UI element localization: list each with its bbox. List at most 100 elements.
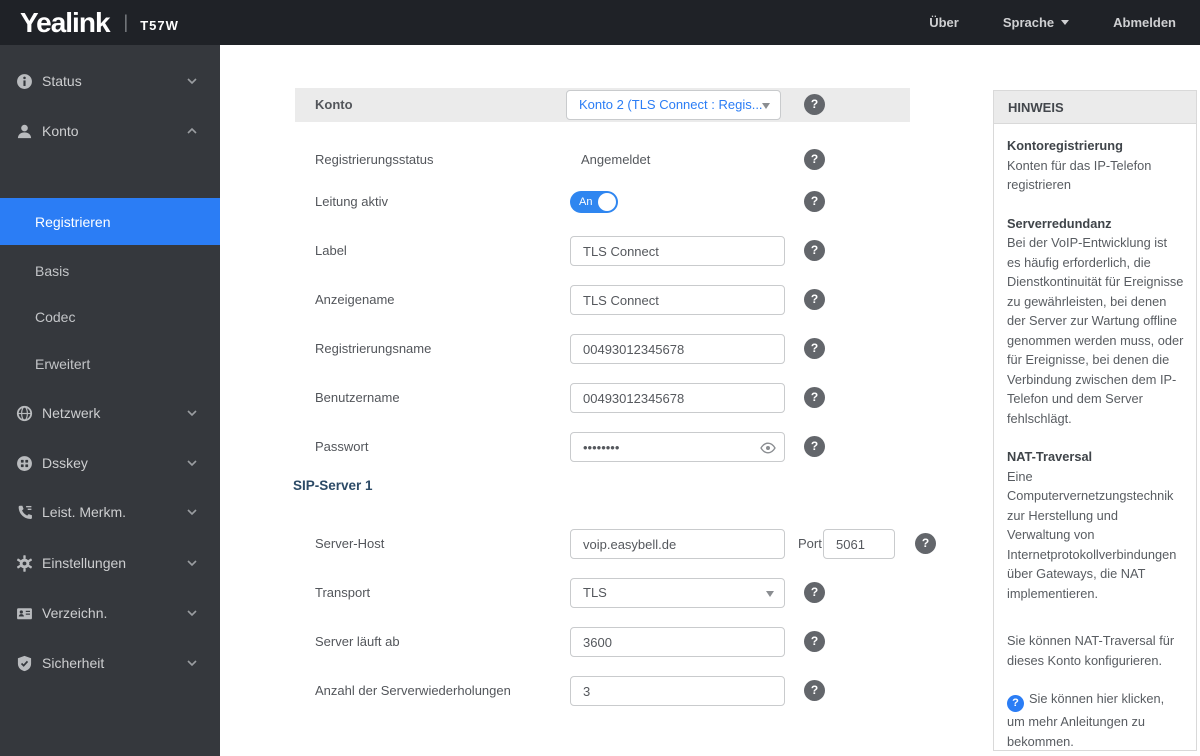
- info-icon: [16, 73, 33, 90]
- sidebar-item-label: Netzwerk: [42, 405, 101, 421]
- logout-link[interactable]: Abmelden: [1113, 15, 1176, 30]
- help-circle-blue-icon[interactable]: ?: [1007, 695, 1024, 712]
- sidebar-item-dsskey[interactable]: Dsskey: [0, 443, 220, 483]
- sidebar-item-netzwerk[interactable]: Netzwerk: [0, 393, 220, 433]
- eye-icon[interactable]: [760, 441, 776, 459]
- account-select-value: Konto 2 (TLS Connect : Regis...: [579, 97, 763, 112]
- help-icon[interactable]: ?: [804, 240, 825, 261]
- register-name-input[interactable]: [570, 334, 785, 364]
- hint-section-nat-config: Sie können NAT-Traversal für dieses Kont…: [1007, 631, 1184, 670]
- toggle-on-label: An: [579, 196, 593, 208]
- display-name-input[interactable]: [570, 285, 785, 315]
- port-input[interactable]: [823, 529, 895, 559]
- sidebar-item-leist-merkm[interactable]: Leist. Merkm.: [0, 492, 220, 532]
- sidebar-item-label: Dsskey: [42, 455, 88, 471]
- select-caret-icon: [766, 591, 774, 597]
- username-input[interactable]: [570, 383, 785, 413]
- chevron-down-icon: [186, 404, 198, 422]
- sidebar-item-erweitert[interactable]: Erweitert: [0, 341, 220, 387]
- user-icon: [16, 123, 33, 140]
- top-header: Yealink | T57W Über Sprache Abmelden: [0, 0, 1200, 45]
- row-registration-status: Registrierungsstatus Angemeldet ?: [295, 145, 955, 175]
- field-label: Anzeigename: [315, 292, 395, 307]
- label-input[interactable]: [570, 236, 785, 266]
- server-host-input[interactable]: [570, 529, 785, 559]
- phone-features-icon: [16, 504, 33, 521]
- chevron-down-icon: [186, 604, 198, 622]
- chevron-down-icon: [186, 554, 198, 572]
- sidebar-item-registrieren[interactable]: Registrieren: [0, 198, 220, 245]
- chevron-up-icon: [186, 122, 198, 140]
- help-icon[interactable]: ?: [804, 94, 825, 115]
- caret-down-icon: [1061, 20, 1070, 25]
- server-expires-input[interactable]: [570, 627, 785, 657]
- language-menu[interactable]: Sprache: [1002, 15, 1070, 30]
- sidebar-item-codec[interactable]: Codec: [0, 294, 220, 340]
- help-icon[interactable]: ?: [915, 533, 936, 554]
- field-label: Registrierungsname: [315, 341, 432, 356]
- sidebar-item-label: Erweitert: [35, 356, 91, 372]
- row-password: Passwort ?: [295, 432, 955, 462]
- sidebar-item-label: Status: [42, 73, 82, 89]
- port-label: Port: [798, 536, 822, 551]
- account-select-row: Konto Konto 2 (TLS Connect : Regis... ?: [295, 88, 910, 122]
- field-label: Label: [315, 243, 347, 258]
- field-label: Anzahl der Serverwiederholungen: [315, 683, 511, 698]
- field-label: Registrierungsstatus: [315, 152, 434, 167]
- hint-section-text: Sie können NAT-Traversal für dieses Kont…: [1007, 633, 1175, 668]
- hint-section-heading: Serverredundanz: [1007, 215, 1112, 231]
- hint-section-text: Sie können hier klicken, um mehr Anleitu…: [1007, 691, 1165, 749]
- password-input[interactable]: [570, 432, 785, 462]
- field-label: Passwort: [315, 439, 369, 454]
- hint-section-serverredundanz: Serverredundanz Bei der VoIP-Entwicklung…: [1007, 214, 1184, 429]
- brand-divider: |: [123, 12, 129, 32]
- line-active-toggle[interactable]: An: [570, 191, 618, 213]
- help-icon[interactable]: ?: [804, 149, 825, 170]
- help-icon[interactable]: ?: [804, 680, 825, 701]
- help-icon[interactable]: ?: [804, 582, 825, 603]
- sidebar-item-label: Sicherheit: [42, 655, 105, 671]
- hint-panel: HINWEIS Kontoregistrierung Konten für da…: [993, 90, 1197, 751]
- page: Yealink | T57W Über Sprache Abmelden Sta…: [0, 0, 1200, 756]
- hint-section-kontoregistrierung: Kontoregistrierung Konten für das IP-Tel…: [1007, 136, 1184, 195]
- sidebar-item-status[interactable]: Status: [0, 61, 220, 101]
- hint-panel-title: HINWEIS: [994, 91, 1196, 124]
- sidebar-item-basis[interactable]: Basis: [0, 248, 220, 294]
- sidebar-item-verzeichn[interactable]: Verzeichn.: [0, 593, 220, 633]
- chevron-down-icon: [186, 454, 198, 472]
- model-name: T57W: [140, 18, 179, 33]
- sidebar-item-label: Codec: [35, 309, 76, 325]
- sidebar-item-einstellungen[interactable]: Einstellungen: [0, 543, 220, 583]
- registration-status-value: Angemeldet: [581, 152, 651, 167]
- sidebar-item-label: Verzeichn.: [42, 605, 108, 621]
- chevron-down-icon: [186, 654, 198, 672]
- brand-logo: Yealink: [20, 6, 111, 38]
- row-transport: Transport TLS ?: [295, 578, 955, 608]
- account-select[interactable]: Konto 2 (TLS Connect : Regis...: [566, 90, 781, 120]
- row-server-host: Server-Host Port ?: [295, 529, 955, 559]
- hint-section-text: Konten für das IP-Telefon registrieren: [1007, 157, 1152, 193]
- header-links: Über Sprache Abmelden: [929, 15, 1200, 30]
- transport-select[interactable]: TLS: [570, 578, 785, 608]
- help-icon[interactable]: ?: [804, 631, 825, 652]
- sip-server-section-title: SIP-Server 1: [293, 478, 373, 493]
- hint-section-nat-traversal: NAT-Traversal Eine Computervernetzungste…: [1007, 447, 1184, 603]
- language-label: Sprache: [1002, 15, 1055, 30]
- hint-section-heading: Kontoregistrierung: [1007, 138, 1123, 153]
- server-retry-input[interactable]: [570, 676, 785, 706]
- about-link[interactable]: Über: [929, 15, 959, 30]
- field-label: Server-Host: [315, 536, 385, 551]
- sidebar-item-sicherheit[interactable]: Sicherheit: [0, 643, 220, 683]
- help-icon[interactable]: ?: [804, 191, 825, 212]
- help-icon[interactable]: ?: [804, 387, 825, 408]
- brand: Yealink | T57W: [0, 7, 179, 39]
- hint-section-heading: NAT-Traversal: [1007, 449, 1093, 464]
- row-label: Label ?: [295, 236, 955, 266]
- sidebar-item-konto[interactable]: Konto: [0, 111, 220, 151]
- shield-icon: [16, 655, 33, 672]
- help-icon[interactable]: ?: [804, 289, 825, 310]
- hint-section-more-help: ? Sie können hier klicken, um mehr Anleit…: [1007, 689, 1184, 751]
- help-icon[interactable]: ?: [804, 436, 825, 457]
- field-label: Benutzername: [315, 390, 400, 405]
- help-icon[interactable]: ?: [804, 338, 825, 359]
